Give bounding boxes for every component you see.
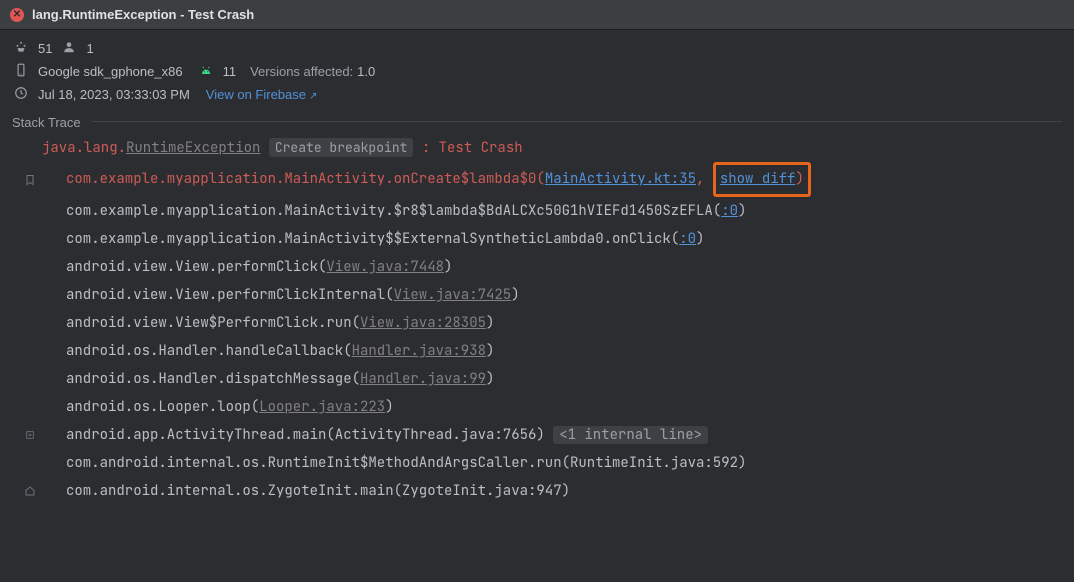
frame-method: android.view.View$PerformClick.run( [66, 314, 360, 332]
user-count: 1 [86, 41, 93, 56]
meta-counts-row: 51 1 [14, 40, 1060, 57]
exception-message: Test Crash [439, 139, 523, 157]
frame-punct: ) [696, 230, 704, 248]
title-bar: ✕ lang.RuntimeException - Test Crash [0, 0, 1074, 30]
bug-count: 51 [38, 41, 52, 56]
exception-package: java.lang. [42, 139, 126, 157]
bug-icon [14, 40, 28, 57]
stack-frame: android.view.View$PerformClick.run(View.… [18, 309, 1064, 337]
frame-body: com.android.internal.os.RuntimeInit$Meth… [42, 449, 746, 477]
frame-body: com.example.myapplication.MainActivity.o… [42, 162, 811, 197]
show-diff-link[interactable]: show diff [720, 170, 796, 188]
stack-trace: java.lang.RuntimeException Create breakp… [0, 132, 1074, 515]
view-on-firebase-link[interactable]: View on Firebase↗ [206, 87, 318, 102]
frame-body: android.view.View.performClickInternal(V… [42, 281, 520, 309]
gutter-icon[interactable] [18, 485, 42, 497]
stack-frame: android.os.Looper.loop(Looper.java:223) [18, 393, 1064, 421]
external-link-icon: ↗ [309, 91, 317, 102]
panel-title: lang.RuntimeException - Test Crash [32, 7, 254, 22]
frame-body: android.view.View$PerformClick.run(View.… [42, 309, 494, 337]
source-link[interactable]: :0 [679, 230, 696, 248]
create-breakpoint-button[interactable]: Create breakpoint [269, 138, 414, 157]
versions-affected: 1.0 [357, 64, 375, 79]
android-icon [199, 63, 213, 80]
frame-body: android.app.ActivityThread.main(Activity… [42, 421, 708, 449]
meta-time-row: Jul 18, 2023, 03:33:03 PM View on Fireba… [14, 86, 1060, 103]
exception-line: java.lang.RuntimeException Create breakp… [18, 134, 1064, 162]
frame-body: com.android.internal.os.ZygoteInit.main(… [42, 477, 570, 505]
frame-method: com.android.internal.os.ZygoteInit.main(… [66, 482, 570, 500]
exception-sep: : [413, 139, 438, 157]
device-name: Google sdk_gphone_x86 [38, 64, 183, 79]
source-link[interactable]: MainActivity.kt:35 [545, 170, 696, 188]
frame-punct: ) [511, 286, 519, 304]
clock-icon [14, 86, 28, 103]
source-link[interactable]: Handler.java:938 [352, 342, 486, 360]
source-link[interactable]: View.java:28305 [360, 314, 486, 332]
frame-punct: ) [486, 342, 494, 360]
frame-method: android.view.View.performClickInternal( [66, 286, 394, 304]
gutter-icon[interactable] [18, 174, 42, 186]
stack-frame: com.android.internal.os.ZygoteInit.main(… [18, 477, 1064, 505]
device-icon [14, 63, 28, 80]
frame-punct: ) [486, 370, 494, 388]
meta-device-row: Google sdk_gphone_x86 11 Versions affect… [14, 63, 1060, 80]
frame-method: android.os.Handler.dispatchMessage( [66, 370, 360, 388]
source-link[interactable]: View.java:7425 [394, 286, 512, 304]
frame-punct: ) [795, 170, 803, 188]
firebase-link-label: View on Firebase [206, 87, 306, 102]
crash-panel: ✕ lang.RuntimeException - Test Crash 51 … [0, 0, 1074, 582]
frame-method: com.example.myapplication.MainActivity.$… [66, 202, 721, 220]
frame-punct: ) [738, 202, 746, 220]
frame-body: android.os.Handler.handleCallback(Handle… [42, 337, 494, 365]
source-link[interactable]: Looper.java:223 [259, 398, 385, 416]
frame-method: android.os.Looper.loop( [66, 398, 259, 416]
frame-method: android.view.View.performClick( [66, 258, 326, 276]
meta-block: 51 1 Google sdk_gphone_x86 11 Versions a… [0, 30, 1074, 109]
stack-frame: android.os.Handler.dispatchMessage(Handl… [18, 365, 1064, 393]
frame-body: android.view.View.performClick(View.java… [42, 253, 452, 281]
stack-frame: com.example.myapplication.MainActivity.o… [18, 162, 1064, 197]
stack-frame: android.view.View.performClickInternal(V… [18, 281, 1064, 309]
os-version: 11 [223, 64, 237, 79]
frame-method: android.app.ActivityThread.main(Activity… [66, 426, 553, 444]
frame-punct: ) [444, 258, 452, 276]
stack-frame: com.example.myapplication.MainActivity.$… [18, 197, 1064, 225]
frame-body: android.os.Looper.loop(Looper.java:223) [42, 393, 394, 421]
stack-frame: android.view.View.performClick(View.java… [18, 253, 1064, 281]
source-link[interactable]: Handler.java:99 [360, 370, 486, 388]
highlight-box: show diff) [713, 162, 811, 197]
stack-frame: android.os.Handler.handleCallback(Handle… [18, 337, 1064, 365]
frame-method: com.example.myapplication.MainActivity$$… [66, 230, 679, 248]
source-link[interactable]: View.java:7448 [326, 258, 444, 276]
timestamp: Jul 18, 2023, 03:33:03 PM [38, 87, 190, 102]
stack-frame: com.android.internal.os.RuntimeInit$Meth… [18, 449, 1064, 477]
stack-frame: android.app.ActivityThread.main(Activity… [18, 421, 1064, 449]
frame-punct: ) [385, 398, 393, 416]
frame-body: com.example.myapplication.MainActivity$$… [42, 225, 704, 253]
versions-affected-label: Versions affected: [250, 64, 353, 79]
stack-trace-label: Stack Trace [0, 109, 1074, 132]
exception-class[interactable]: RuntimeException [126, 139, 260, 157]
close-icon[interactable]: ✕ [10, 8, 24, 22]
stack-frame: com.example.myapplication.MainActivity$$… [18, 225, 1064, 253]
user-icon [62, 40, 76, 57]
frame-method: com.android.internal.os.RuntimeInit$Meth… [66, 454, 746, 472]
frame-body: android.os.Handler.dispatchMessage(Handl… [42, 365, 494, 393]
source-link[interactable]: :0 [721, 202, 738, 220]
internal-lines-pill[interactable]: <1 internal line> [553, 426, 708, 444]
frame-method: com.example.myapplication.MainActivity.o… [66, 170, 545, 188]
frame-punct: ) [486, 314, 494, 332]
frame-punct: , [696, 170, 713, 188]
frame-method: android.os.Handler.handleCallback( [66, 342, 352, 360]
gutter-icon[interactable] [18, 430, 42, 440]
frame-body: com.example.myapplication.MainActivity.$… [42, 197, 746, 225]
